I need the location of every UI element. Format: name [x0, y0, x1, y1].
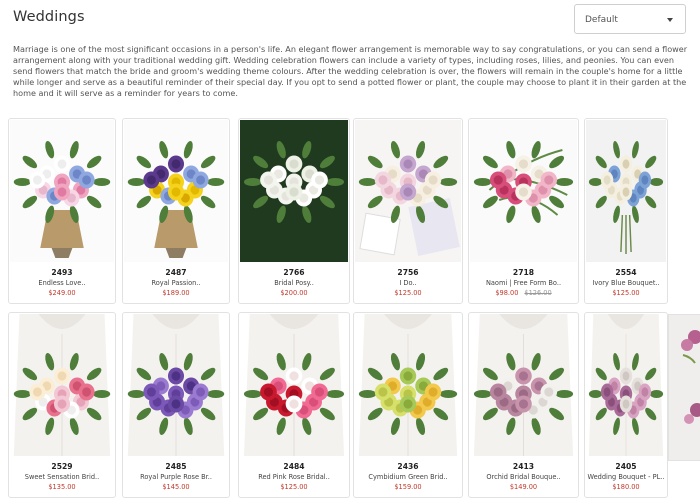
product-price: $125.00	[354, 289, 462, 297]
product-name[interactable]: Cymbidium Green Brid..	[356, 473, 460, 481]
product-card[interactable]: 2493 Endless Love.. $249.00	[8, 118, 116, 304]
product-grid: 2493 Endless Love.. $249.00 2487 Royal Passi…	[0, 0, 700, 504]
current-price: $189.00	[162, 289, 190, 297]
product-image[interactable]	[355, 314, 461, 456]
product-card[interactable]: 2554 Ivory Blue Bouquet.. $125.00	[584, 118, 668, 304]
product-card[interactable]: 2413 Orchid Bridal Bouque.. $149.00	[468, 312, 579, 498]
product-image[interactable]	[240, 120, 348, 262]
product-name[interactable]: Royal Purple Rose Br..	[125, 473, 227, 481]
product-image[interactable]	[586, 314, 666, 456]
current-price: $200.00	[280, 289, 308, 297]
product-card[interactable]: 2484 Red Pink Rose Bridal.. $125.00	[238, 312, 350, 498]
product-code: 2405	[615, 462, 637, 471]
product-code: 2493	[51, 268, 73, 277]
product-code: 2756	[397, 268, 419, 277]
product-image[interactable]	[124, 120, 228, 262]
product-name[interactable]: I Do..	[356, 279, 460, 287]
product-price: $149.00	[469, 483, 578, 491]
current-price: $249.00	[48, 289, 76, 297]
product-name[interactable]: Endless Love..	[11, 279, 113, 287]
product-price: $98.00 $126.00	[469, 289, 578, 297]
product-price: $249.00	[9, 289, 115, 297]
product-name[interactable]: Ivory Blue Bouquet..	[587, 279, 665, 287]
product-name[interactable]: Sweet Sensation Brid..	[11, 473, 113, 481]
product-code: 2413	[512, 462, 535, 471]
product-price: $125.00	[239, 483, 349, 491]
product-code: 2718	[512, 268, 535, 277]
current-price: $149.00	[509, 483, 538, 491]
product-image[interactable]	[470, 120, 577, 262]
product-code: 2766	[283, 268, 305, 277]
product-card[interactable]: 2766 Bridal Posy.. $200.00	[238, 118, 350, 304]
product-card[interactable]: 2436 Cymbidium Green Brid.. $159.00	[353, 312, 463, 498]
product-image[interactable]	[10, 314, 114, 456]
product-card[interactable]: 2485 Royal Purple Rose Br.. $145.00	[122, 312, 230, 498]
product-name[interactable]: Royal Passion..	[125, 279, 227, 287]
product-price: $125.00	[585, 289, 667, 297]
product-name[interactable]: Orchid Bridal Bouque..	[471, 473, 576, 481]
product-card[interactable]: 2718 Naomi | Free Form Bo.. $98.00 $126.00	[468, 118, 579, 304]
current-price: $125.00	[394, 289, 422, 297]
product-name[interactable]: Naomi | Free Form Bo..	[471, 279, 576, 287]
product-image[interactable]	[10, 120, 114, 262]
product-code: 2436	[397, 462, 419, 471]
product-card[interactable]: 2405 Wedding Bouquet - PL.. $180.00	[584, 312, 668, 498]
product-card[interactable]: 2529 Sweet Sensation Brid.. $135.00	[8, 312, 116, 498]
partial-product-image	[668, 314, 700, 461]
product-image[interactable]	[240, 314, 348, 456]
product-code: 2487	[165, 268, 187, 277]
product-price: $135.00	[9, 483, 115, 491]
product-code: 2554	[615, 268, 637, 277]
current-price: $125.00	[280, 483, 308, 491]
product-card[interactable]: 2487 Royal Passion.. $189.00	[122, 118, 230, 304]
current-price: $135.00	[48, 483, 76, 491]
current-price: $180.00	[612, 483, 640, 491]
product-name[interactable]: Bridal Posy..	[241, 279, 347, 287]
product-price: $200.00	[239, 289, 349, 297]
product-image[interactable]	[355, 120, 461, 262]
current-price: $145.00	[162, 483, 190, 491]
current-price: $98.00	[495, 289, 519, 297]
product-image[interactable]	[586, 120, 666, 262]
original-price: $126.00	[524, 289, 552, 297]
product-card[interactable]: 2756 I Do.. $125.00	[353, 118, 463, 304]
current-price: $159.00	[394, 483, 422, 491]
product-price: $180.00	[585, 483, 667, 491]
product-code: 2484	[283, 462, 305, 471]
product-price: $159.00	[354, 483, 462, 491]
current-price: $125.00	[612, 289, 640, 297]
product-code: 2485	[165, 462, 187, 471]
product-name[interactable]: Red Pink Rose Bridal..	[241, 473, 347, 481]
product-name[interactable]: Wedding Bouquet - PL..	[587, 473, 665, 481]
product-price: $145.00	[123, 483, 229, 491]
product-image[interactable]	[124, 314, 228, 456]
product-price: $189.00	[123, 289, 229, 297]
product-code: 2529	[51, 462, 73, 471]
product-image[interactable]	[470, 314, 577, 456]
